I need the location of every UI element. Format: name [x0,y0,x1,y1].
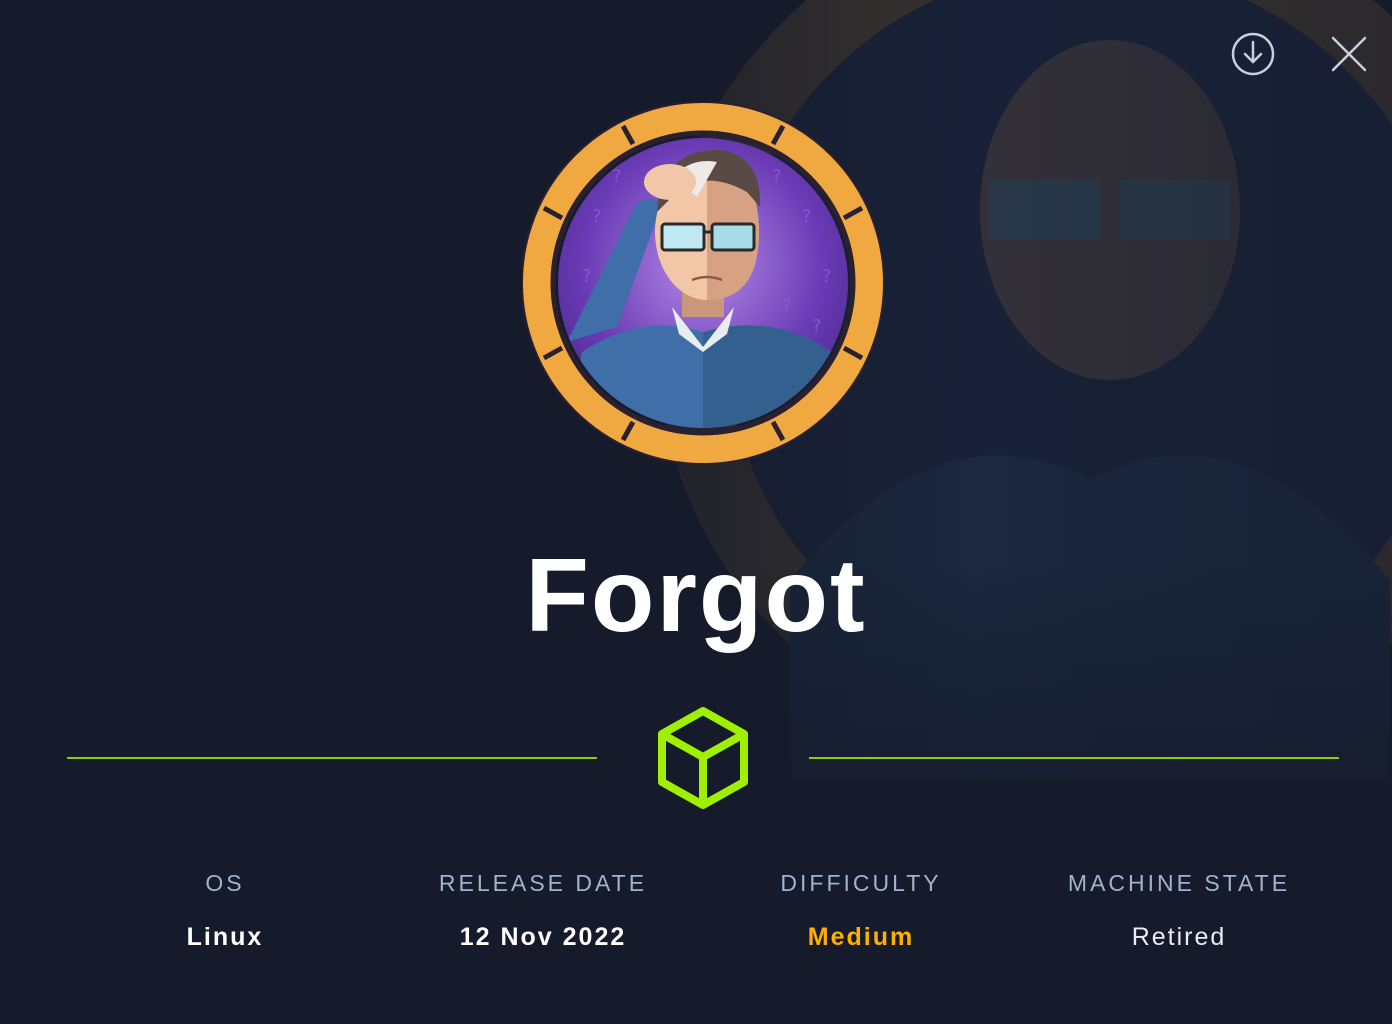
svg-text:?: ? [772,166,782,187]
stat-os: OS Linux [75,868,375,952]
svg-text:?: ? [802,206,812,227]
machine-info-modal: ??? ??? ??? Forgot OS Linux RELEASE DATE… [0,0,1392,1024]
os-label: OS [205,870,245,896]
os-value: Linux [186,923,264,951]
svg-text:?: ? [592,206,602,227]
stat-machine-state: MACHINE STATE Retired [1029,868,1329,952]
download-button[interactable] [1229,30,1277,78]
difficulty-value: Medium [807,923,915,951]
svg-text:?: ? [812,316,822,337]
machine-avatar: ??? ??? ??? [522,102,884,464]
svg-text:?: ? [612,166,622,187]
release-date-value: 12 Nov 2022 [459,923,627,951]
machine-state-value: Retired [1131,923,1227,951]
svg-text:?: ? [782,296,792,317]
machine-name: Forgot [525,538,867,654]
close-icon [1331,36,1367,72]
machine-stats: OS Linux RELEASE DATE 12 Nov 2022 DIFFIC… [0,868,1392,968]
svg-text:?: ? [582,266,592,287]
download-icon [1231,32,1275,76]
cube-icon [658,707,748,809]
svg-text:?: ? [822,266,832,287]
divider-left [67,757,597,759]
svg-text:?: ? [767,246,777,267]
close-button[interactable] [1325,30,1373,78]
stat-difficulty: DIFFICULTY Medium [711,868,1011,952]
machine-state-label: MACHINE STATE [1067,870,1291,896]
divider-right [809,757,1339,759]
difficulty-label: DIFFICULTY [780,870,942,896]
release-date-label: RELEASE DATE [438,870,648,896]
stat-release-date: RELEASE DATE 12 Nov 2022 [393,868,693,952]
